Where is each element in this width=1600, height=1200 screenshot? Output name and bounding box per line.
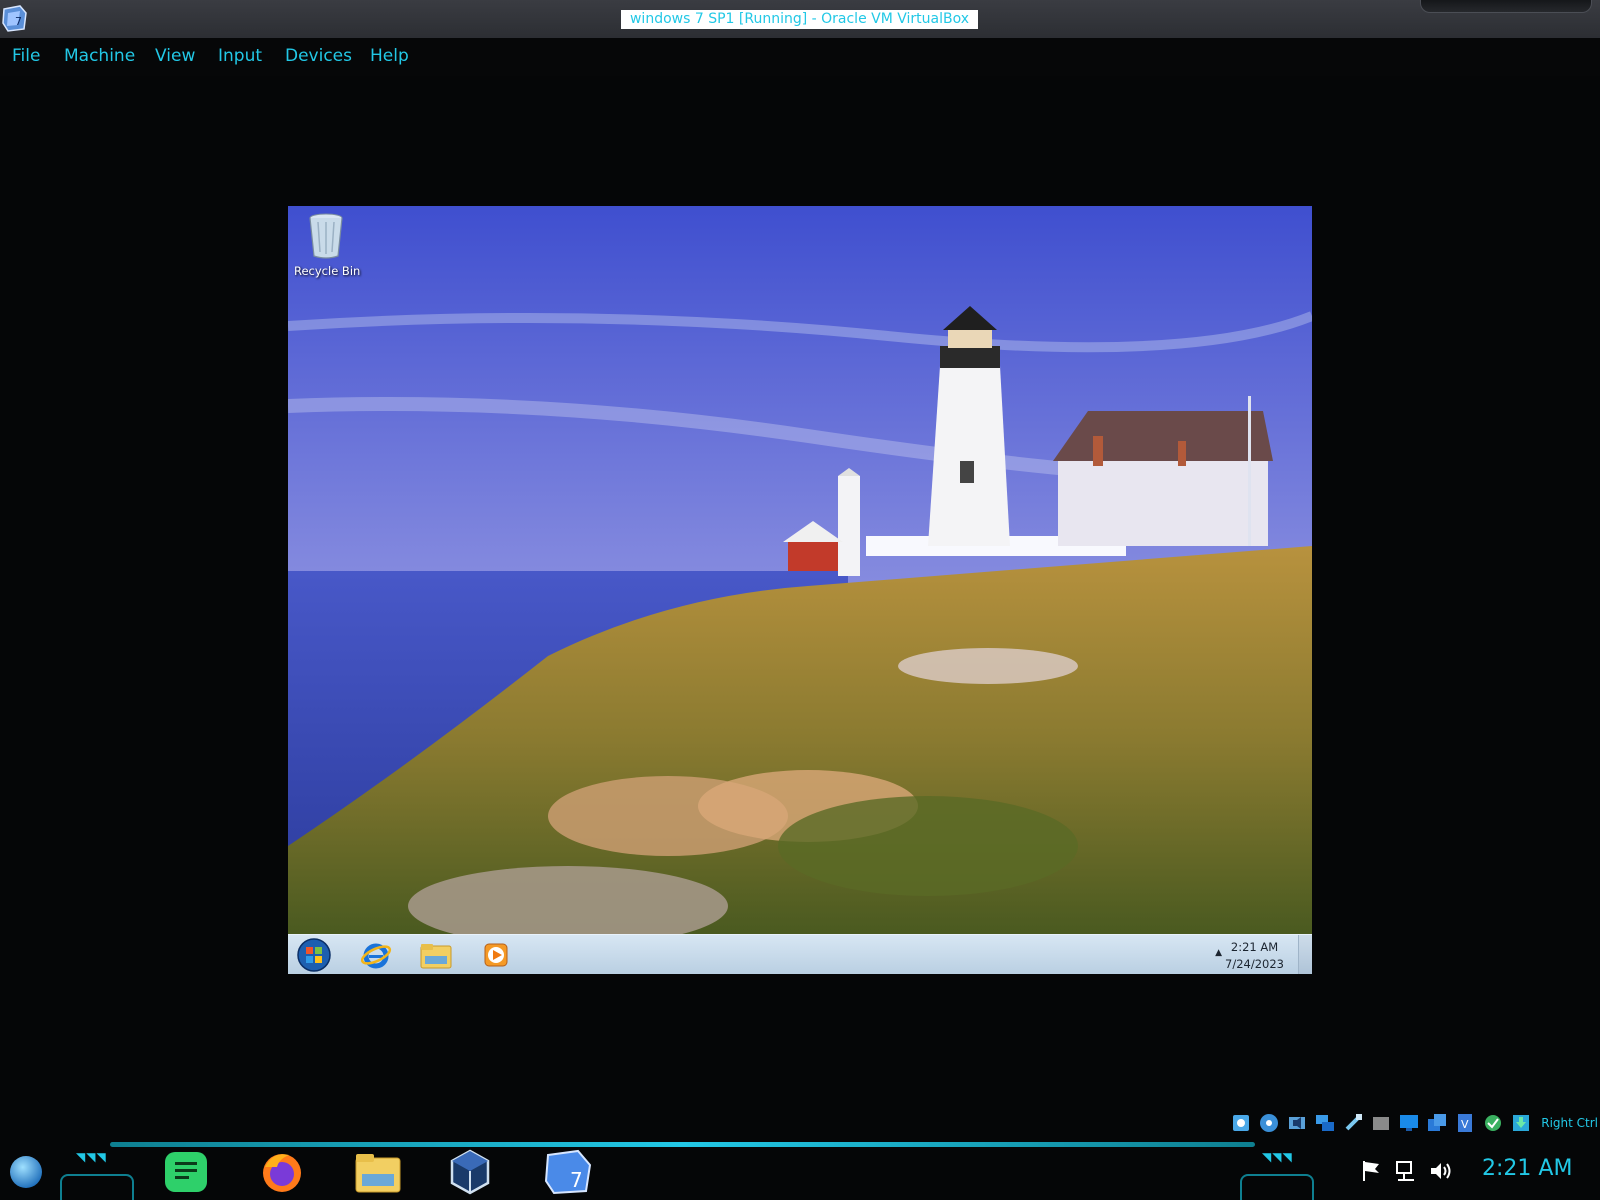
menu-file[interactable]: File — [12, 46, 40, 66]
guest-screen[interactable]: Recycle Bin ▲ 2:21 AM 7/24/2023 — [288, 206, 1312, 974]
mouse-integration-icon[interactable] — [1509, 1111, 1533, 1135]
host-firefox-app[interactable] — [256, 1146, 308, 1198]
show-desktop-button[interactable] — [1298, 935, 1312, 974]
host-start-button[interactable] — [0, 1146, 52, 1198]
tray-volume-icon[interactable] — [1428, 1158, 1454, 1184]
host-windows7-vm-app[interactable]: 7 — [542, 1146, 594, 1198]
titlebar-decoration — [1420, 0, 1592, 13]
menu-view[interactable]: View — [155, 46, 195, 66]
chevron-decoration-left: ◥◥◥ — [76, 1150, 107, 1164]
windows7-vm-icon: 7 — [544, 1149, 592, 1195]
menu-machine[interactable]: Machine — [64, 46, 135, 66]
host-virtualbox-app[interactable] — [444, 1146, 496, 1198]
guest-clock-date: 7/24/2023 — [1225, 957, 1284, 971]
host-file-manager-app[interactable] — [352, 1146, 404, 1198]
tray-expand-icon[interactable]: ▲ — [1215, 948, 1222, 958]
video-capture-icon[interactable] — [1425, 1111, 1449, 1135]
hard-disk-icon[interactable] — [1229, 1111, 1253, 1135]
notes-icon — [165, 1152, 207, 1192]
guest-taskbar: ▲ 2:21 AM 7/24/2023 — [288, 934, 1312, 974]
folder-icon — [420, 944, 452, 969]
taskbar-bracket-right — [1240, 1174, 1314, 1200]
taskbar-bracket-left — [60, 1174, 134, 1200]
windows-orb-icon — [297, 938, 331, 972]
host-key-label[interactable]: Right Ctrl — [1541, 1116, 1598, 1130]
guest-additions-icon[interactable] — [1481, 1111, 1505, 1135]
window-titlebar[interactable]: 7 windows 7 SP1 [Running] - Oracle VM Vi… — [0, 0, 1600, 38]
desktop-icon-label: Recycle Bin — [294, 264, 361, 278]
guest-media-player-button[interactable] — [476, 937, 516, 973]
svg-text:V: V — [1461, 1118, 1469, 1131]
menu-bar: File Machine View Input Devices Help — [0, 38, 1600, 76]
guest-clock[interactable]: 2:21 AM 7/24/2023 — [1225, 939, 1284, 973]
shared-folders-icon[interactable] — [1369, 1111, 1393, 1135]
virtualbox-app-icon[interactable]: 7 — [2, 5, 28, 32]
svg-text:7: 7 — [570, 1168, 583, 1192]
tray-flag-icon[interactable] — [1358, 1158, 1384, 1184]
lighthouse-wallpaper — [288, 206, 1312, 934]
recycle-bin-icon — [309, 213, 343, 259]
internet-explorer-icon — [360, 943, 392, 969]
vm-status-bar: V Right Ctrl — [1229, 1108, 1600, 1138]
desktop-icon-recycle-bin[interactable]: Recycle Bin — [294, 212, 361, 278]
host-taskbar: ◥◥◥ ◥◥◥ 7 2:21 AM — [0, 1138, 1600, 1200]
audio-icon[interactable] — [1285, 1111, 1309, 1135]
display-icon[interactable] — [1397, 1111, 1421, 1135]
optical-drive-icon[interactable] — [1257, 1111, 1281, 1135]
usb-icon[interactable] — [1341, 1111, 1365, 1135]
guest-start-button[interactable] — [294, 937, 334, 973]
host-clock[interactable]: 2:21 AM — [1482, 1156, 1572, 1181]
file-manager-icon — [355, 1154, 401, 1193]
tray-network-icon[interactable] — [1393, 1158, 1419, 1184]
chevron-decoration-right: ◥◥◥ — [1262, 1150, 1293, 1164]
firefox-icon — [263, 1154, 301, 1192]
guest-explorer-button[interactable] — [416, 937, 456, 973]
window-title: windows 7 SP1 [Running] - Oracle VM Virt… — [621, 10, 978, 29]
guest-ie-button[interactable] — [356, 937, 396, 973]
guest-clock-time: 2:21 AM — [1230, 940, 1279, 954]
virtualbox-icon — [450, 1149, 490, 1195]
menu-devices[interactable]: Devices — [285, 46, 352, 66]
svg-text:7: 7 — [15, 15, 22, 28]
vt-x-icon[interactable]: V — [1453, 1111, 1477, 1135]
network-icon[interactable] — [1313, 1111, 1337, 1135]
menu-help[interactable]: Help — [370, 46, 409, 66]
start-orb-icon — [10, 1156, 42, 1188]
host-notes-app[interactable] — [160, 1146, 212, 1198]
media-player-icon — [484, 943, 508, 967]
menu-input[interactable]: Input — [218, 46, 262, 66]
